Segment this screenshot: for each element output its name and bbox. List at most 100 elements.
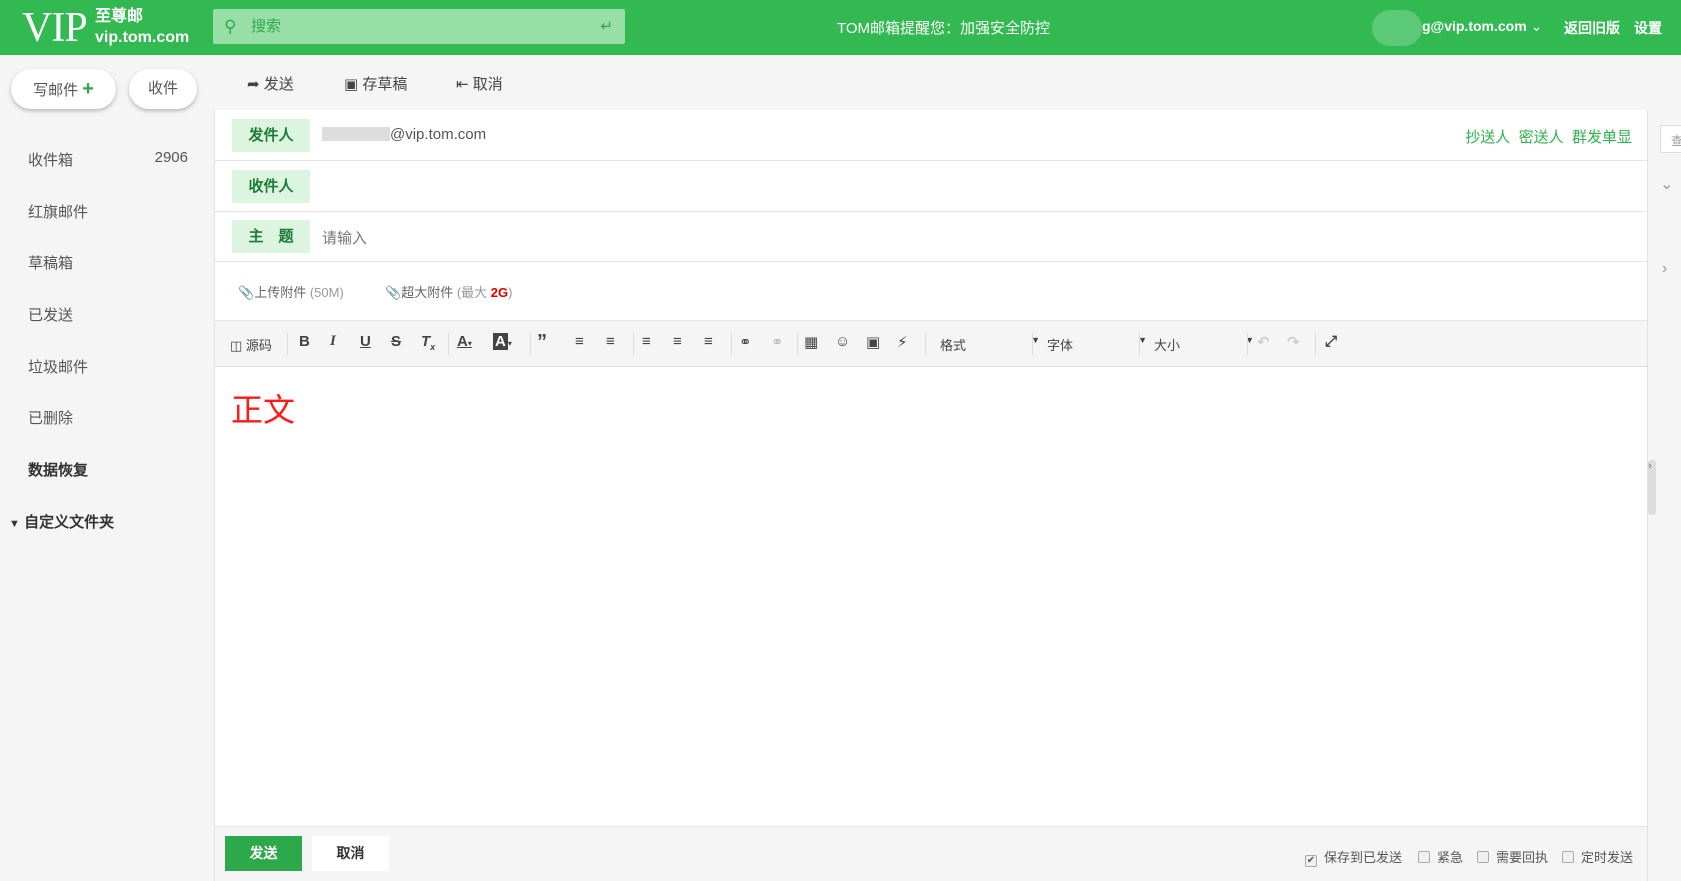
sidebar-item-inbox[interactable]: 收件箱 2906 bbox=[28, 149, 188, 170]
divider bbox=[287, 333, 288, 355]
recipient-options: 抄送人 密送人 群发单显 bbox=[1465, 126, 1632, 147]
sidebar-item-flagged[interactable]: 红旗邮件 bbox=[28, 201, 188, 222]
from-field[interactable]: @vip.tom.com bbox=[322, 126, 486, 143]
scheduled-send-checkbox[interactable]: 定时发送 bbox=[1562, 847, 1633, 866]
blockquote-icon[interactable]: ” bbox=[537, 331, 547, 354]
image-icon[interactable]: ▣ bbox=[866, 333, 880, 351]
collapse-handle[interactable]: › bbox=[1648, 460, 1656, 515]
brand: 至尊邮 vip.tom.com bbox=[95, 6, 189, 48]
sidebar-item-spam[interactable]: 垃圾邮件 bbox=[28, 356, 188, 377]
fullscreen-icon[interactable]: ⤢ bbox=[1325, 333, 1337, 350]
compose-form: 发件人 @vip.tom.com 抄送人 密送人 群发单显 收件人 主 题 请输… bbox=[214, 110, 1648, 881]
size-select[interactable]: 大小 ▼ bbox=[1154, 335, 1254, 354]
paper-plane-icon: ➦ bbox=[247, 76, 260, 93]
paperclip-icon: 📎 bbox=[385, 285, 402, 300]
compose-button[interactable]: 写邮件 + bbox=[11, 69, 116, 109]
chevron-down-icon[interactable]: ⌄ bbox=[1660, 174, 1673, 194]
label: 上传附件 bbox=[254, 285, 307, 300]
checkbox-icon bbox=[1562, 851, 1574, 863]
font-select[interactable]: 字体 ▼ bbox=[1047, 335, 1147, 354]
undo-icon[interactable]: ↶ bbox=[1257, 333, 1270, 351]
divider bbox=[1032, 333, 1033, 355]
search-input[interactable]: ⚲ 搜索 ↵ bbox=[213, 9, 625, 44]
redo-icon[interactable]: ↷ bbox=[1287, 333, 1300, 351]
sidebar-item-sent[interactable]: 已发送 bbox=[28, 304, 188, 325]
settings-link[interactable]: 设置 bbox=[1634, 18, 1662, 38]
divider bbox=[1315, 333, 1316, 355]
separate-send-link[interactable]: 群发单显 bbox=[1572, 129, 1632, 146]
search-placeholder: 搜索 bbox=[251, 18, 282, 35]
italic-icon[interactable]: I bbox=[330, 333, 336, 350]
label: 超大附件 bbox=[401, 285, 454, 300]
text-color-icon[interactable]: A▾ bbox=[457, 333, 472, 350]
inbox-count: 2906 bbox=[154, 149, 188, 166]
label: 存草稿 bbox=[362, 76, 408, 93]
compose-toolbar: ➦ 发送 ▣ 存草稿 ⇤ 取消 bbox=[214, 55, 1681, 110]
to-input[interactable] bbox=[322, 169, 1622, 203]
source-button[interactable]: ◫ 源码 bbox=[230, 335, 272, 354]
background-color-icon[interactable]: A ▾ bbox=[493, 333, 512, 350]
upload-attachment-button[interactable]: 📎上传附件 (50M) bbox=[238, 282, 344, 301]
bullet-list-icon[interactable]: ≡ bbox=[575, 333, 584, 350]
cancel-toolbar-button[interactable]: ⇤ 取消 bbox=[456, 73, 503, 94]
align-center-icon[interactable]: ≡ bbox=[673, 333, 682, 350]
sidebar-item-data-recovery[interactable]: 数据恢复 bbox=[28, 459, 188, 480]
cc-link[interactable]: 抄送人 bbox=[1465, 129, 1510, 146]
save-to-sent-checkbox[interactable]: ✔ 保存到已发送 bbox=[1305, 847, 1402, 867]
label: 大小 bbox=[1154, 338, 1181, 353]
limit-suffix: ) bbox=[508, 285, 513, 300]
enter-icon[interactable]: ↵ bbox=[600, 9, 613, 44]
cancel-button[interactable]: 取消 bbox=[312, 836, 389, 871]
attach-limit: (50M) bbox=[309, 285, 344, 300]
strikethrough-icon[interactable]: S bbox=[391, 333, 401, 350]
contact-search-input[interactable]: 查 bbox=[1660, 125, 1681, 153]
sidebar-item-deleted[interactable]: 已删除 bbox=[28, 407, 188, 428]
receive-button[interactable]: 收件 bbox=[129, 69, 197, 109]
urgent-checkbox[interactable]: 紧急 bbox=[1418, 847, 1463, 866]
account-menu[interactable]: g@vip.tom.com ⌄ bbox=[1422, 18, 1542, 35]
divider bbox=[797, 333, 798, 355]
table-icon[interactable]: ▦ bbox=[804, 333, 818, 351]
send-toolbar-button[interactable]: ➦ 发送 bbox=[247, 73, 294, 94]
clear-format-icon[interactable]: Tx bbox=[421, 333, 435, 352]
custom-folders-toggle[interactable]: ▼ 自定义文件夹 bbox=[9, 511, 169, 532]
subject-label: 主 题 bbox=[232, 220, 310, 253]
divider bbox=[530, 333, 531, 355]
flash-icon[interactable]: ⚡ bbox=[897, 333, 908, 351]
from-label: 发件人 bbox=[232, 119, 310, 152]
link-icon[interactable]: ⚭ bbox=[739, 333, 752, 351]
to-row: 收件人 bbox=[215, 161, 1648, 212]
read-receipt-checkbox[interactable]: 需要回执 bbox=[1477, 847, 1548, 866]
subject-input[interactable]: 请输入 bbox=[322, 227, 367, 248]
sidebar: 写邮件 + 收件 收件箱 2906 红旗邮件 草稿箱 已发送 垃圾邮件 已删除 数… bbox=[0, 55, 214, 881]
send-button[interactable]: 发送 bbox=[225, 836, 302, 871]
old-version-link[interactable]: 返回旧版 bbox=[1564, 18, 1620, 38]
editor-body[interactable]: 正文 bbox=[215, 367, 1648, 826]
save-draft-button[interactable]: ▣ 存草稿 bbox=[344, 73, 407, 94]
label: 格式 bbox=[940, 338, 967, 353]
align-left-icon[interactable]: ≡ bbox=[642, 333, 651, 350]
label: 保存到已发送 bbox=[1324, 850, 1403, 865]
compose-label: 写邮件 bbox=[33, 82, 79, 99]
divider bbox=[1247, 333, 1248, 355]
exit-icon: ⇤ bbox=[456, 76, 469, 93]
label: 紧急 bbox=[1437, 850, 1464, 865]
from-value: @vip.tom.com bbox=[390, 126, 487, 143]
large-attachment-button[interactable]: 📎超大附件 (最大 2G) bbox=[385, 282, 512, 301]
account-email: g@vip.tom.com bbox=[1422, 18, 1527, 34]
avatar[interactable] bbox=[1372, 10, 1422, 46]
inbox-tray-icon: ▣ bbox=[344, 76, 359, 93]
unlink-icon[interactable]: ⚭ bbox=[771, 333, 784, 351]
emoji-icon[interactable]: ☺ bbox=[835, 333, 850, 350]
brand-domain: vip.tom.com bbox=[95, 29, 190, 46]
format-select[interactable]: 格式 ▼ bbox=[940, 335, 1040, 354]
underline-icon[interactable]: U bbox=[360, 333, 371, 350]
sidebar-item-drafts[interactable]: 草稿箱 bbox=[28, 252, 188, 273]
label: 字体 bbox=[1047, 338, 1074, 353]
checkbox-checked-icon: ✔ bbox=[1305, 855, 1317, 867]
align-right-icon[interactable]: ≡ bbox=[704, 333, 713, 350]
numbered-list-icon[interactable]: ≡ bbox=[606, 333, 615, 350]
bcc-link[interactable]: 密送人 bbox=[1519, 129, 1564, 146]
bold-icon[interactable]: B bbox=[299, 333, 310, 350]
chevron-right-icon[interactable]: › bbox=[1662, 260, 1667, 278]
